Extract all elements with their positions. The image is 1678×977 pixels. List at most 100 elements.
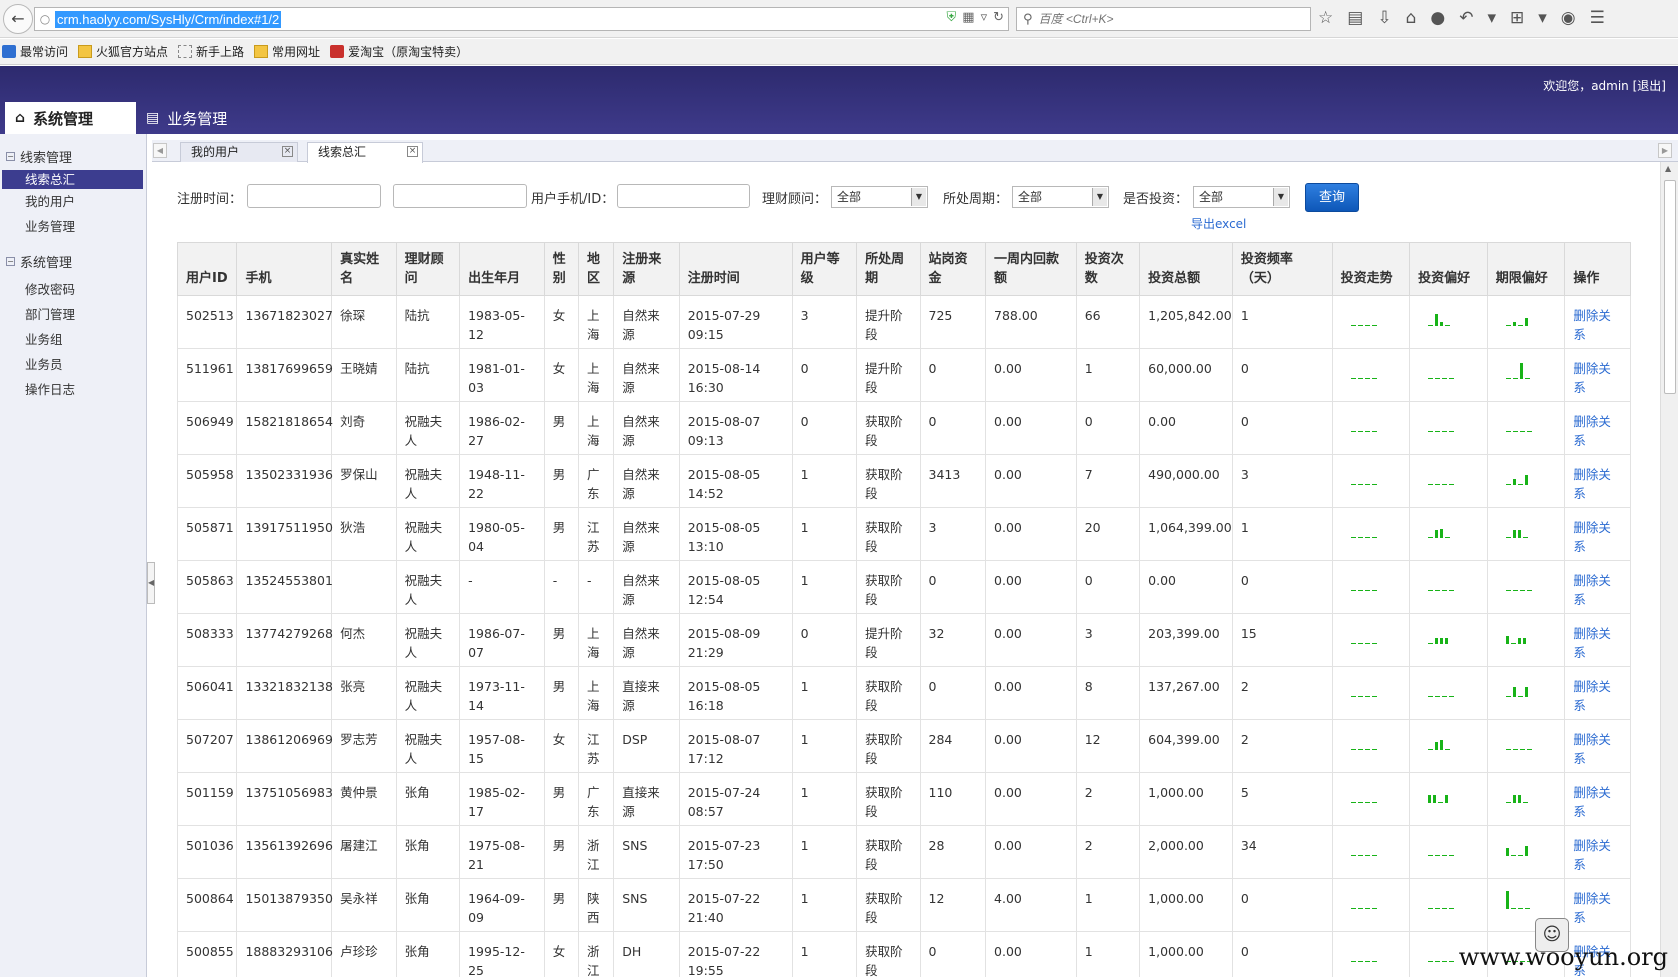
collapse-icon[interactable]: −: [6, 151, 15, 161]
download-icon[interactable]: ⇩: [1377, 8, 1391, 28]
home-icon[interactable]: ⌂: [1406, 8, 1417, 28]
table-cell: 0.00: [985, 772, 1077, 826]
vertical-scrollbar[interactable]: ▲: [1660, 162, 1678, 977]
sidebar-group-system[interactable]: − 系统管理: [0, 249, 146, 273]
message-icon[interactable]: ◉: [1561, 8, 1576, 28]
invest-preference-chart: [1428, 628, 1479, 644]
tab-business-management[interactable]: ▤ 业务管理: [136, 102, 241, 134]
bookmark-item[interactable]: 常用网址: [254, 43, 320, 60]
column-header: 出生年月: [459, 242, 545, 296]
tab-leads-summary[interactable]: 线索总汇 ×: [307, 142, 423, 163]
table-cell: 上海: [577, 401, 615, 455]
delete-relation-link[interactable]: 删除关系: [1564, 772, 1631, 826]
export-excel-link[interactable]: 导出excel: [1191, 215, 1246, 232]
sidebar-item-business[interactable]: 业务管理: [0, 214, 146, 239]
table-cell: 女: [543, 348, 579, 402]
url-text[interactable]: crm.haolyy.com/SysHly/Crm/index#1/2: [55, 10, 282, 28]
sidebar-group-leads[interactable]: − 线索管理: [0, 144, 146, 168]
url-bar[interactable]: ○ crm.haolyy.com/SysHly/Crm/index#1/2 ⛨ …: [34, 7, 1009, 31]
back-icon[interactable]: ←: [3, 3, 33, 34]
delete-relation-link[interactable]: 删除关系: [1564, 613, 1631, 667]
sidebar-item-leads-summary[interactable]: 线索总汇: [2, 170, 143, 189]
scrollbar-thumb[interactable]: [1664, 180, 1676, 394]
tab-system-management[interactable]: ⌂ 系统管理: [5, 102, 136, 134]
dropdown-icon[interactable]: ▾: [1538, 8, 1547, 28]
delete-relation-link[interactable]: 删除关系: [1564, 295, 1631, 349]
bookmark-item[interactable]: 爱淘宝（原淘宝特卖）: [330, 43, 468, 60]
bookmark-item[interactable]: 火狐官方站点: [78, 43, 168, 60]
table-cell: 2: [1075, 772, 1141, 826]
menu-icon[interactable]: ☰: [1590, 8, 1605, 28]
sidebar-item-staff[interactable]: 业务员: [0, 352, 146, 377]
spark-bar: [1357, 802, 1363, 803]
globe-icon: ○: [39, 12, 51, 26]
delete-relation-link[interactable]: 删除关系: [1564, 348, 1631, 402]
spark-bar: [1435, 908, 1441, 909]
tab-my-users[interactable]: 我的用户 ×: [180, 142, 298, 162]
table-cell: 祝融夫人: [395, 401, 461, 455]
close-icon[interactable]: ×: [407, 146, 418, 157]
sidebar-item-my-users[interactable]: 我的用户: [0, 189, 146, 214]
close-icon[interactable]: ×: [282, 146, 293, 157]
table-cell: [1331, 401, 1411, 455]
delete-relation-link[interactable]: 删除关系: [1564, 878, 1631, 932]
reading-list-icon[interactable]: ▤: [1347, 8, 1363, 28]
query-button[interactable]: 查询: [1305, 183, 1359, 212]
spark-bar: [1364, 908, 1370, 909]
crop-icon[interactable]: ⊞: [1510, 8, 1524, 28]
delete-relation-link[interactable]: 删除关系: [1564, 666, 1631, 720]
table-cell: [1331, 507, 1411, 561]
reg-time-start-input[interactable]: [247, 184, 381, 208]
advisor-select[interactable]: 全部 ▼: [831, 186, 928, 208]
chat-icon[interactable]: ●: [1430, 8, 1445, 28]
sidebar-item-operation-log[interactable]: 操作日志: [0, 377, 146, 402]
collapse-icon[interactable]: −: [6, 256, 15, 266]
delete-relation-link[interactable]: 删除关系: [1564, 560, 1631, 614]
user-phone-input[interactable]: [617, 184, 750, 208]
delete-relation-link[interactable]: 删除关系: [1564, 507, 1631, 561]
invested-select[interactable]: 全部 ▼: [1193, 186, 1290, 208]
column-header: 注册来源: [613, 242, 680, 296]
table-cell: 0: [1075, 401, 1141, 455]
table-cell: 浙江: [577, 931, 615, 977]
spark-bar: [1445, 325, 1451, 326]
undo-icon[interactable]: ↶: [1459, 8, 1473, 28]
bookmark-star-icon[interactable]: ☆: [1318, 8, 1333, 28]
table-cell: 徐琛: [331, 295, 397, 349]
delete-relation-link[interactable]: 删除关系: [1564, 401, 1631, 455]
search-bar[interactable]: ⚲: [1016, 7, 1311, 31]
tab-scroll-left-icon[interactable]: ◀: [153, 143, 167, 158]
bookmark-item[interactable]: 新手上路: [178, 43, 244, 60]
watermark: www.wooyun.org: [1458, 943, 1668, 971]
spark-bar: [1512, 479, 1516, 485]
spark-bar: [1505, 696, 1511, 697]
term-preference-chart: [1505, 787, 1557, 803]
sidebar-item-business-groups[interactable]: 业务组: [0, 327, 146, 352]
search-input[interactable]: [1038, 12, 1299, 26]
table-cell: 13861206969: [236, 719, 333, 773]
invest-preference-chart: [1428, 522, 1479, 538]
reg-time-end-input[interactable]: [393, 184, 527, 208]
delete-relation-link[interactable]: 删除关系: [1564, 454, 1631, 508]
tab-scroll-right-icon[interactable]: ▶: [1658, 143, 1672, 158]
invest-trend-chart: [1350, 522, 1402, 538]
sidebar-collapse-handle[interactable]: ◀: [147, 562, 155, 604]
delete-relation-link[interactable]: 删除关系: [1564, 719, 1631, 773]
table-cell: [1331, 719, 1411, 773]
cycle-select[interactable]: 全部 ▼: [1012, 186, 1109, 208]
qr-icon[interactable]: ▦: [962, 10, 974, 25]
reload-icon[interactable]: ↻: [993, 10, 1004, 25]
shield-icon[interactable]: ⛨: [947, 10, 957, 25]
sidebar-item-change-password[interactable]: 修改密码: [0, 277, 146, 302]
delete-relation-link[interactable]: 删除关系: [1564, 825, 1631, 879]
dropdown-icon[interactable]: ▿: [981, 10, 988, 25]
spark-bar: [1350, 802, 1356, 803]
spark-bar: [1445, 795, 1449, 803]
bookmark-item[interactable]: 最常访问: [2, 43, 68, 60]
sidebar-item-departments[interactable]: 部门管理: [0, 302, 146, 327]
dropdown-icon[interactable]: ▾: [1487, 8, 1496, 28]
spark-bar: [1442, 590, 1448, 591]
scroll-up-icon[interactable]: ▲: [1665, 164, 1671, 173]
logout-link[interactable]: [退出]: [1633, 79, 1666, 93]
table-cell: 0.00: [985, 825, 1077, 879]
